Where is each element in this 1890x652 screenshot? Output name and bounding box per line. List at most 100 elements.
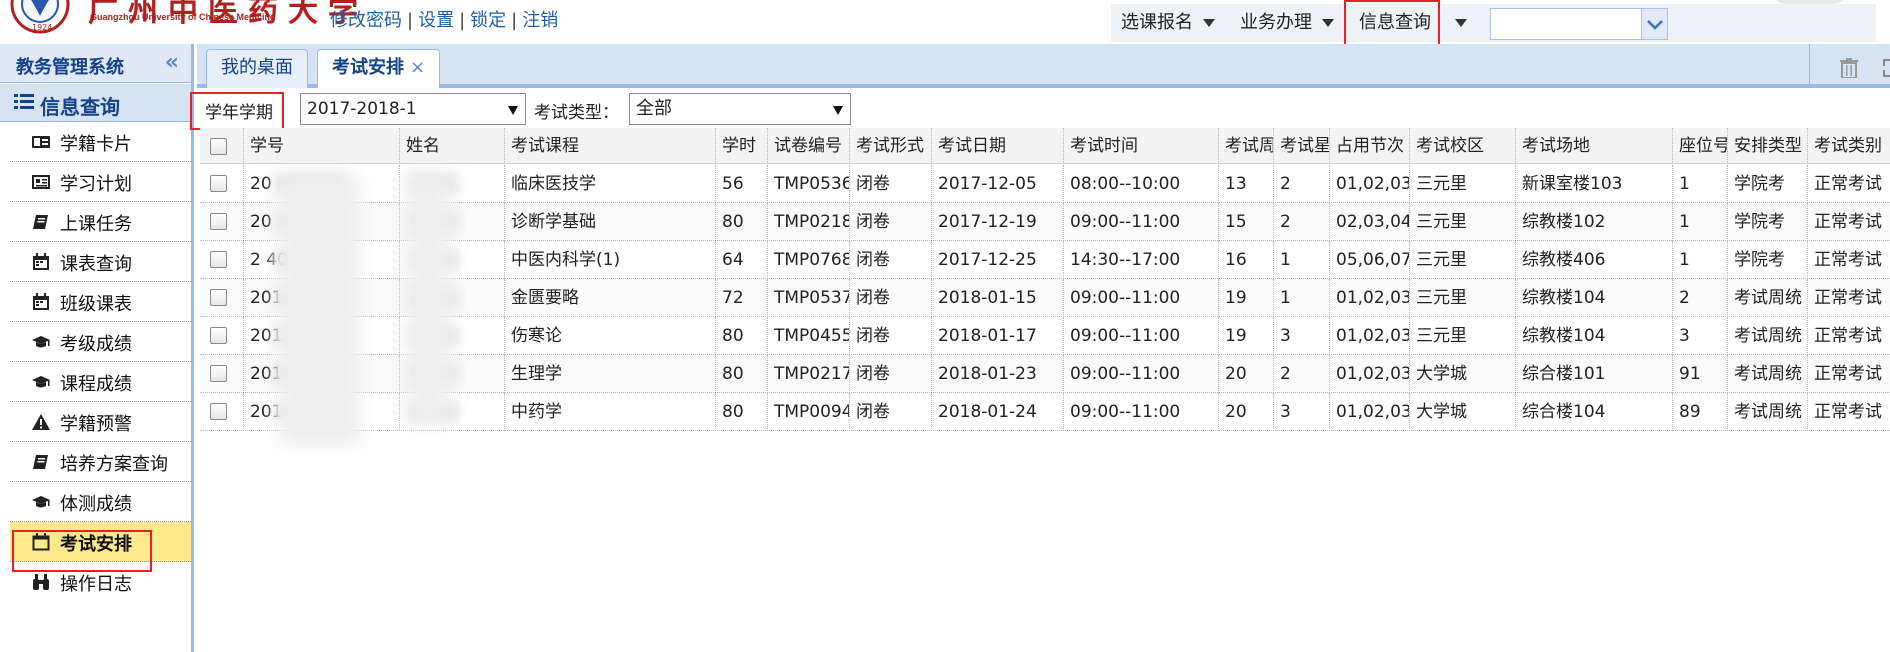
tab-tools — [1809, 44, 1890, 88]
sidebar-item-timetable[interactable]: 课表查询 — [10, 242, 191, 282]
cell-periods: 01,02,03 — [1330, 279, 1410, 317]
calendar-icon — [33, 293, 49, 310]
table-row[interactable]: 201 金匮要略 72 TMP0537 闭卷 2018-01-15 09:00--11:00… — [200, 279, 1890, 317]
row-select-cell[interactable] — [200, 241, 244, 279]
row-select-cell[interactable] — [200, 165, 244, 203]
row-select-cell[interactable] — [200, 393, 244, 431]
cell-campus: 三元里 — [1410, 165, 1516, 203]
table-row[interactable]: 201 中药学 80 TMP0094 闭卷 2018-01-24 09:00--11:00 2… — [200, 393, 1890, 431]
chevron-down-icon — [1647, 20, 1663, 30]
sidebar-item-study-plan[interactable]: 学习计划 — [10, 162, 191, 202]
exam-type-select-value: 全部 — [636, 98, 672, 119]
sidebar-item-grade-exam-scores[interactable]: 考级成绩 — [10, 322, 191, 362]
maximize-icon[interactable] — [1882, 58, 1890, 78]
cell-course: 伤寒论 — [505, 317, 716, 355]
cell-paper-no: TMP0455 — [768, 317, 850, 355]
cell-course: 中药学 — [505, 393, 716, 431]
sidebar-item-class-tasks[interactable]: 上课任务 — [10, 202, 191, 242]
row-checkbox[interactable] — [210, 403, 227, 420]
binoculars-icon — [33, 574, 49, 590]
row-select-cell[interactable] — [200, 317, 244, 355]
row-checkbox[interactable] — [210, 213, 227, 230]
lock-link[interactable]: 锁定 — [470, 10, 506, 31]
cell-exam-time: 09:00--11:00 — [1064, 279, 1219, 317]
column-header-student-id: 学号 — [244, 128, 400, 164]
graduation-cap-icon — [32, 376, 50, 388]
collapse-icon[interactable]: « — [165, 50, 179, 75]
search-combobox[interactable] — [1490, 8, 1668, 40]
cell-venue: 综教楼102 — [1516, 203, 1673, 241]
cell-periods: 02,03,04 — [1330, 203, 1410, 241]
table-row[interactable]: 2 40 中医内科学(1) 64 TMP0768 闭卷 2017-12-25 14:30--… — [200, 241, 1890, 279]
table-row[interactable]: 20 临床医技学 56 TMP0536 闭卷 2017-12-05 08:00--10:00… — [200, 165, 1890, 203]
table-row[interactable]: 201 生理学 80 TMP0217 闭卷 2018-01-23 09:00--11:00 2… — [200, 355, 1890, 393]
tab-exam-schedule[interactable]: 考试安排 × — [317, 49, 440, 88]
sidebar-item-label: 学习计划 — [60, 174, 132, 195]
row-checkbox[interactable] — [210, 289, 227, 306]
sidebar-item-label: 学籍卡片 — [60, 134, 132, 155]
logout-link[interactable]: 注销 — [522, 10, 558, 31]
cell-hours: 80 — [716, 317, 768, 355]
menu-business[interactable]: 业务办理 — [1240, 4, 1334, 42]
menu-course-enrollment[interactable]: 选课报名 — [1121, 4, 1215, 42]
term-select[interactable]: 2017-2018-1 — [300, 93, 526, 125]
row-checkbox[interactable] — [210, 175, 227, 192]
select-all-header[interactable] — [200, 128, 244, 164]
column-header-exam-category: 考试类别 — [1808, 128, 1890, 164]
settings-link[interactable]: 设置 — [418, 10, 454, 31]
cell-arrangement-type: 考试周统 — [1728, 317, 1808, 355]
filter-bar: 学年学期 2017-2018-1 考试类型： 全部 — [197, 88, 1890, 128]
cell-exam-weekday: 2 — [1274, 355, 1330, 393]
cell-exam-week: 15 — [1219, 203, 1274, 241]
table-row[interactable]: 201 伤寒论 80 TMP0455 闭卷 2018-01-17 09:00--11:00 1… — [200, 317, 1890, 355]
book-icon — [33, 215, 48, 229]
close-icon[interactable]: × — [410, 57, 425, 78]
select-all-checkbox[interactable] — [210, 138, 227, 155]
privacy-blur — [280, 175, 360, 445]
cell-exam-time: 09:00--11:00 — [1064, 317, 1219, 355]
cell-exam-weekday: 2 — [1274, 203, 1330, 241]
row-select-cell[interactable] — [200, 203, 244, 241]
sidebar-item-class-timetable[interactable]: 班级课表 — [10, 282, 191, 322]
sidebar-item-status-warning[interactable]: 学籍预警 — [10, 402, 191, 442]
change-password-link[interactable]: 修改密码 — [330, 10, 402, 31]
column-header-exam-time: 考试时间 — [1064, 128, 1219, 164]
cell-exam-time: 09:00--11:00 — [1064, 203, 1219, 241]
sidebar-item-fitness-scores[interactable]: 体测成绩 — [10, 482, 191, 522]
sidebar-item-course-scores[interactable]: 课程成绩 — [10, 362, 191, 402]
cell-exam-time: 09:00--11:00 — [1064, 393, 1219, 431]
sidebar-item-training-plan[interactable]: 培养方案查询 — [10, 442, 191, 482]
cell-venue: 综合楼104 — [1516, 393, 1673, 431]
row-checkbox[interactable] — [210, 365, 227, 382]
highlight-box-exam-schedule — [12, 530, 152, 572]
sidebar-item-label: 课程成绩 — [60, 374, 132, 395]
cell-campus: 三元里 — [1410, 203, 1516, 241]
tab-bar: 我的桌面 考试安排 × — [197, 44, 1890, 88]
cell-arrangement-type: 考试周统 — [1728, 393, 1808, 431]
trash-icon[interactable] — [1840, 58, 1858, 78]
cell-exam-time: 09:00--11:00 — [1064, 355, 1219, 393]
cell-seat-no: 1 — [1673, 241, 1728, 279]
dropdown-button[interactable] — [1641, 9, 1667, 39]
cell-exam-weekday: 3 — [1274, 317, 1330, 355]
sidebar-section-info-query[interactable]: 信息查询 — [0, 84, 191, 122]
sidebar-item-label: 体测成绩 — [60, 494, 132, 515]
row-checkbox[interactable] — [210, 251, 227, 268]
cell-exam-form: 闭卷 — [850, 393, 932, 431]
tab-my-desktop[interactable]: 我的桌面 — [206, 49, 308, 88]
row-select-cell[interactable] — [200, 355, 244, 393]
table-row[interactable]: 20 诊断学基础 80 TMP0218 闭卷 2017-12-19 09:00--11:00… — [200, 203, 1890, 241]
row-checkbox[interactable] — [210, 327, 227, 344]
system-title: 教务管理系统 — [16, 57, 124, 78]
cell-exam-week: 19 — [1219, 317, 1274, 355]
cell-seat-no: 1 — [1673, 203, 1728, 241]
privacy-blur — [408, 175, 450, 425]
exam-type-select[interactable]: 全部 — [629, 93, 851, 125]
sidebar-item-student-card[interactable]: 学籍卡片 — [10, 122, 191, 162]
sidebar-header: 教务管理系统 « — [0, 44, 191, 83]
row-select-cell[interactable] — [200, 279, 244, 317]
cell-venue: 新课室楼103 — [1516, 165, 1673, 203]
cell-seat-no: 3 — [1673, 317, 1728, 355]
cell-exam-week: 20 — [1219, 355, 1274, 393]
cell-exam-form: 闭卷 — [850, 317, 932, 355]
